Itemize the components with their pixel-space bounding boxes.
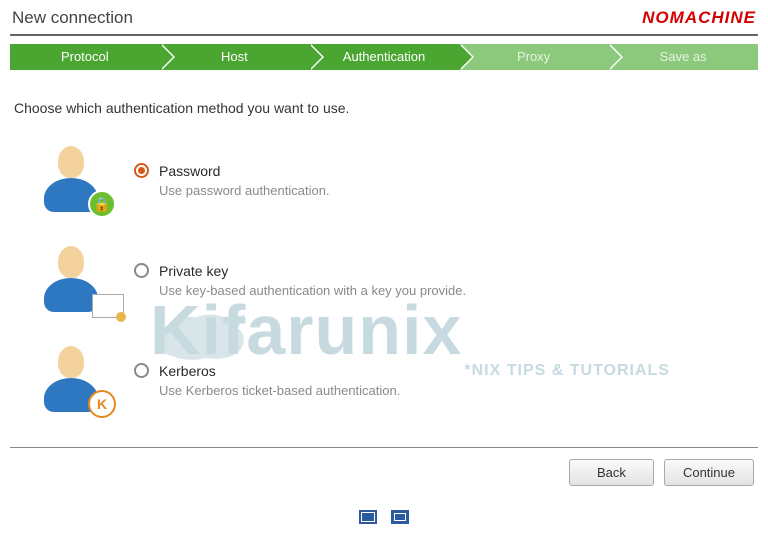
instruction-text: Choose which authentication method you w…	[14, 100, 754, 116]
brand-logo: NOMACHINE	[642, 8, 756, 28]
option-private-key-desc: Use key-based authentication with a key …	[159, 283, 466, 298]
avatar-private-key	[34, 244, 134, 316]
header-divider	[10, 34, 758, 36]
option-kerberos-label: Kerberos	[159, 363, 216, 379]
radio-password[interactable]	[134, 163, 149, 178]
content-area: Kifarunix *NIX TIPS & TUTORIALS Choose w…	[0, 100, 768, 416]
radio-private-key[interactable]	[134, 263, 149, 278]
avatar-password: 🔒	[34, 144, 134, 216]
continue-button[interactable]: Continue	[664, 459, 754, 486]
back-button[interactable]: Back	[569, 459, 654, 486]
window-icon[interactable]	[391, 510, 409, 524]
kerberos-icon: K	[88, 390, 116, 418]
option-password-label: Password	[159, 163, 220, 179]
footer-divider	[10, 447, 758, 448]
step-authentication[interactable]: Authentication	[309, 44, 459, 70]
step-proxy: Proxy	[459, 44, 609, 70]
step-host[interactable]: Host	[160, 44, 310, 70]
avatar-kerberos: K	[34, 344, 134, 416]
page-title: New connection	[12, 8, 133, 28]
step-protocol[interactable]: Protocol	[10, 44, 160, 70]
wizard-steps: Protocol Host Authentication Proxy Save …	[10, 44, 758, 70]
option-private-key[interactable]: Private key Use key-based authentication…	[14, 244, 754, 316]
fullscreen-icon[interactable]	[359, 510, 377, 524]
auth-options: 🔒 Password Use password authentication. …	[14, 144, 754, 416]
footer-toolbar	[359, 510, 409, 524]
option-private-key-label: Private key	[159, 263, 228, 279]
option-password-desc: Use password authentication.	[159, 183, 330, 198]
lock-icon: 🔒	[88, 190, 116, 218]
option-kerberos-desc: Use Kerberos ticket-based authentication…	[159, 383, 400, 398]
wizard-buttons: Back Continue	[569, 459, 754, 486]
header: New connection NOMACHINE	[0, 0, 768, 34]
option-kerberos[interactable]: K Kerberos Use Kerberos ticket-based aut…	[14, 344, 754, 416]
radio-kerberos[interactable]	[134, 363, 149, 378]
step-save-as: Save as	[608, 44, 758, 70]
option-password[interactable]: 🔒 Password Use password authentication.	[14, 144, 754, 216]
